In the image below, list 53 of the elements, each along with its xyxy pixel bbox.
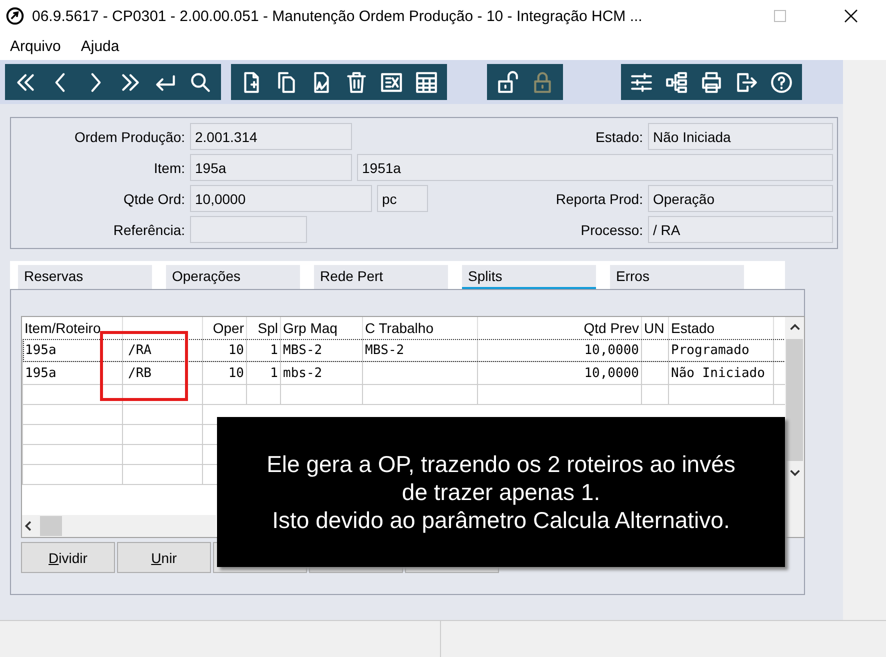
callout-text: Ele gera a OP, trazendo os 2 roteiros ao invés: [266, 450, 736, 478]
table-cell: Não Iniciado: [668, 362, 774, 384]
menu-item[interactable]: Arquivo: [10, 38, 61, 54]
table-cell: 10,0000: [478, 339, 642, 362]
table-cell: /RB: [122, 362, 202, 384]
table-row[interactable]: 195a /RA 10 1 MBS-2 MBS-2 10,0000 Programado: [22, 339, 785, 362]
input-field[interactable]: 1951a: [357, 154, 833, 181]
input-field[interactable]: pc: [377, 185, 428, 212]
table-cell: Programado: [668, 339, 774, 362]
field-label: Reporta Prod:: [556, 190, 643, 206]
column-header[interactable]: C Trabalho: [362, 317, 478, 339]
field-label: Ordem Produção:: [74, 128, 185, 144]
column-header[interactable]: Item/Roteiro: [22, 317, 122, 339]
callout-text: de trazer apenas 1.: [402, 478, 600, 506]
table-cell: MBS-2: [280, 339, 362, 362]
table-cell: /RA: [122, 339, 202, 362]
table-cell: 1: [246, 362, 280, 384]
tab[interactable]: Operações: [166, 265, 300, 291]
column-header[interactable]: Qtd Prev: [478, 317, 642, 339]
table-cell: 10,0000: [478, 362, 642, 384]
column-header[interactable]: Grp Maq: [280, 317, 362, 339]
input-field[interactable]: 195a: [190, 154, 352, 181]
table-cell: 195a: [22, 339, 122, 362]
table-cell: mbs-2: [280, 362, 362, 384]
column-header[interactable]: Estado: [668, 317, 774, 339]
table-cell: MBS-2: [362, 339, 478, 362]
column-header[interactable]: Spl: [246, 317, 280, 339]
input-field[interactable]: 10,0000: [190, 185, 372, 212]
menu-item[interactable]: Ajuda: [80, 38, 120, 54]
table-cell: 195a: [22, 362, 122, 384]
field-label: Processo:: [580, 222, 643, 238]
input-field[interactable]: / RA: [648, 216, 833, 243]
window-title: 06.9.5617 - CP0301 - 2.00.00.051 - Manutenção Ordem Produção - 10 - Integração HCM ...: [32, 8, 644, 24]
action-button[interactable]: Dividir: [21, 542, 115, 573]
tab[interactable]: Reservas: [18, 265, 152, 291]
column-header[interactable]: Oper: [202, 317, 246, 339]
column-header[interactable]: UN: [642, 317, 668, 339]
field-label: Qtde Ord:: [122, 190, 185, 206]
table-cell: 1: [246, 339, 280, 362]
tab[interactable]: Erros: [610, 265, 744, 291]
input-field[interactable]: Não Iniciada: [648, 123, 833, 150]
table-cell: 10: [202, 362, 246, 384]
field-label: Item:: [152, 160, 185, 176]
table-cell: 10: [202, 339, 246, 362]
input-field[interactable]: Operação: [648, 185, 833, 212]
action-button[interactable]: Unir: [117, 542, 211, 573]
tab[interactable]: Rede Pert: [314, 265, 448, 291]
tab[interactable]: Splits: [462, 265, 596, 291]
input-field[interactable]: 2.001.314: [190, 123, 352, 150]
field-label: Referência:: [112, 222, 185, 238]
callout-text: Isto devido ao parâmetro Calcula Alternativo.: [272, 506, 730, 534]
table-row[interactable]: 195a /RB 10 1 mbs-2 10,0000 Não Iniciado: [22, 362, 785, 384]
field-label: Estado:: [596, 128, 643, 144]
